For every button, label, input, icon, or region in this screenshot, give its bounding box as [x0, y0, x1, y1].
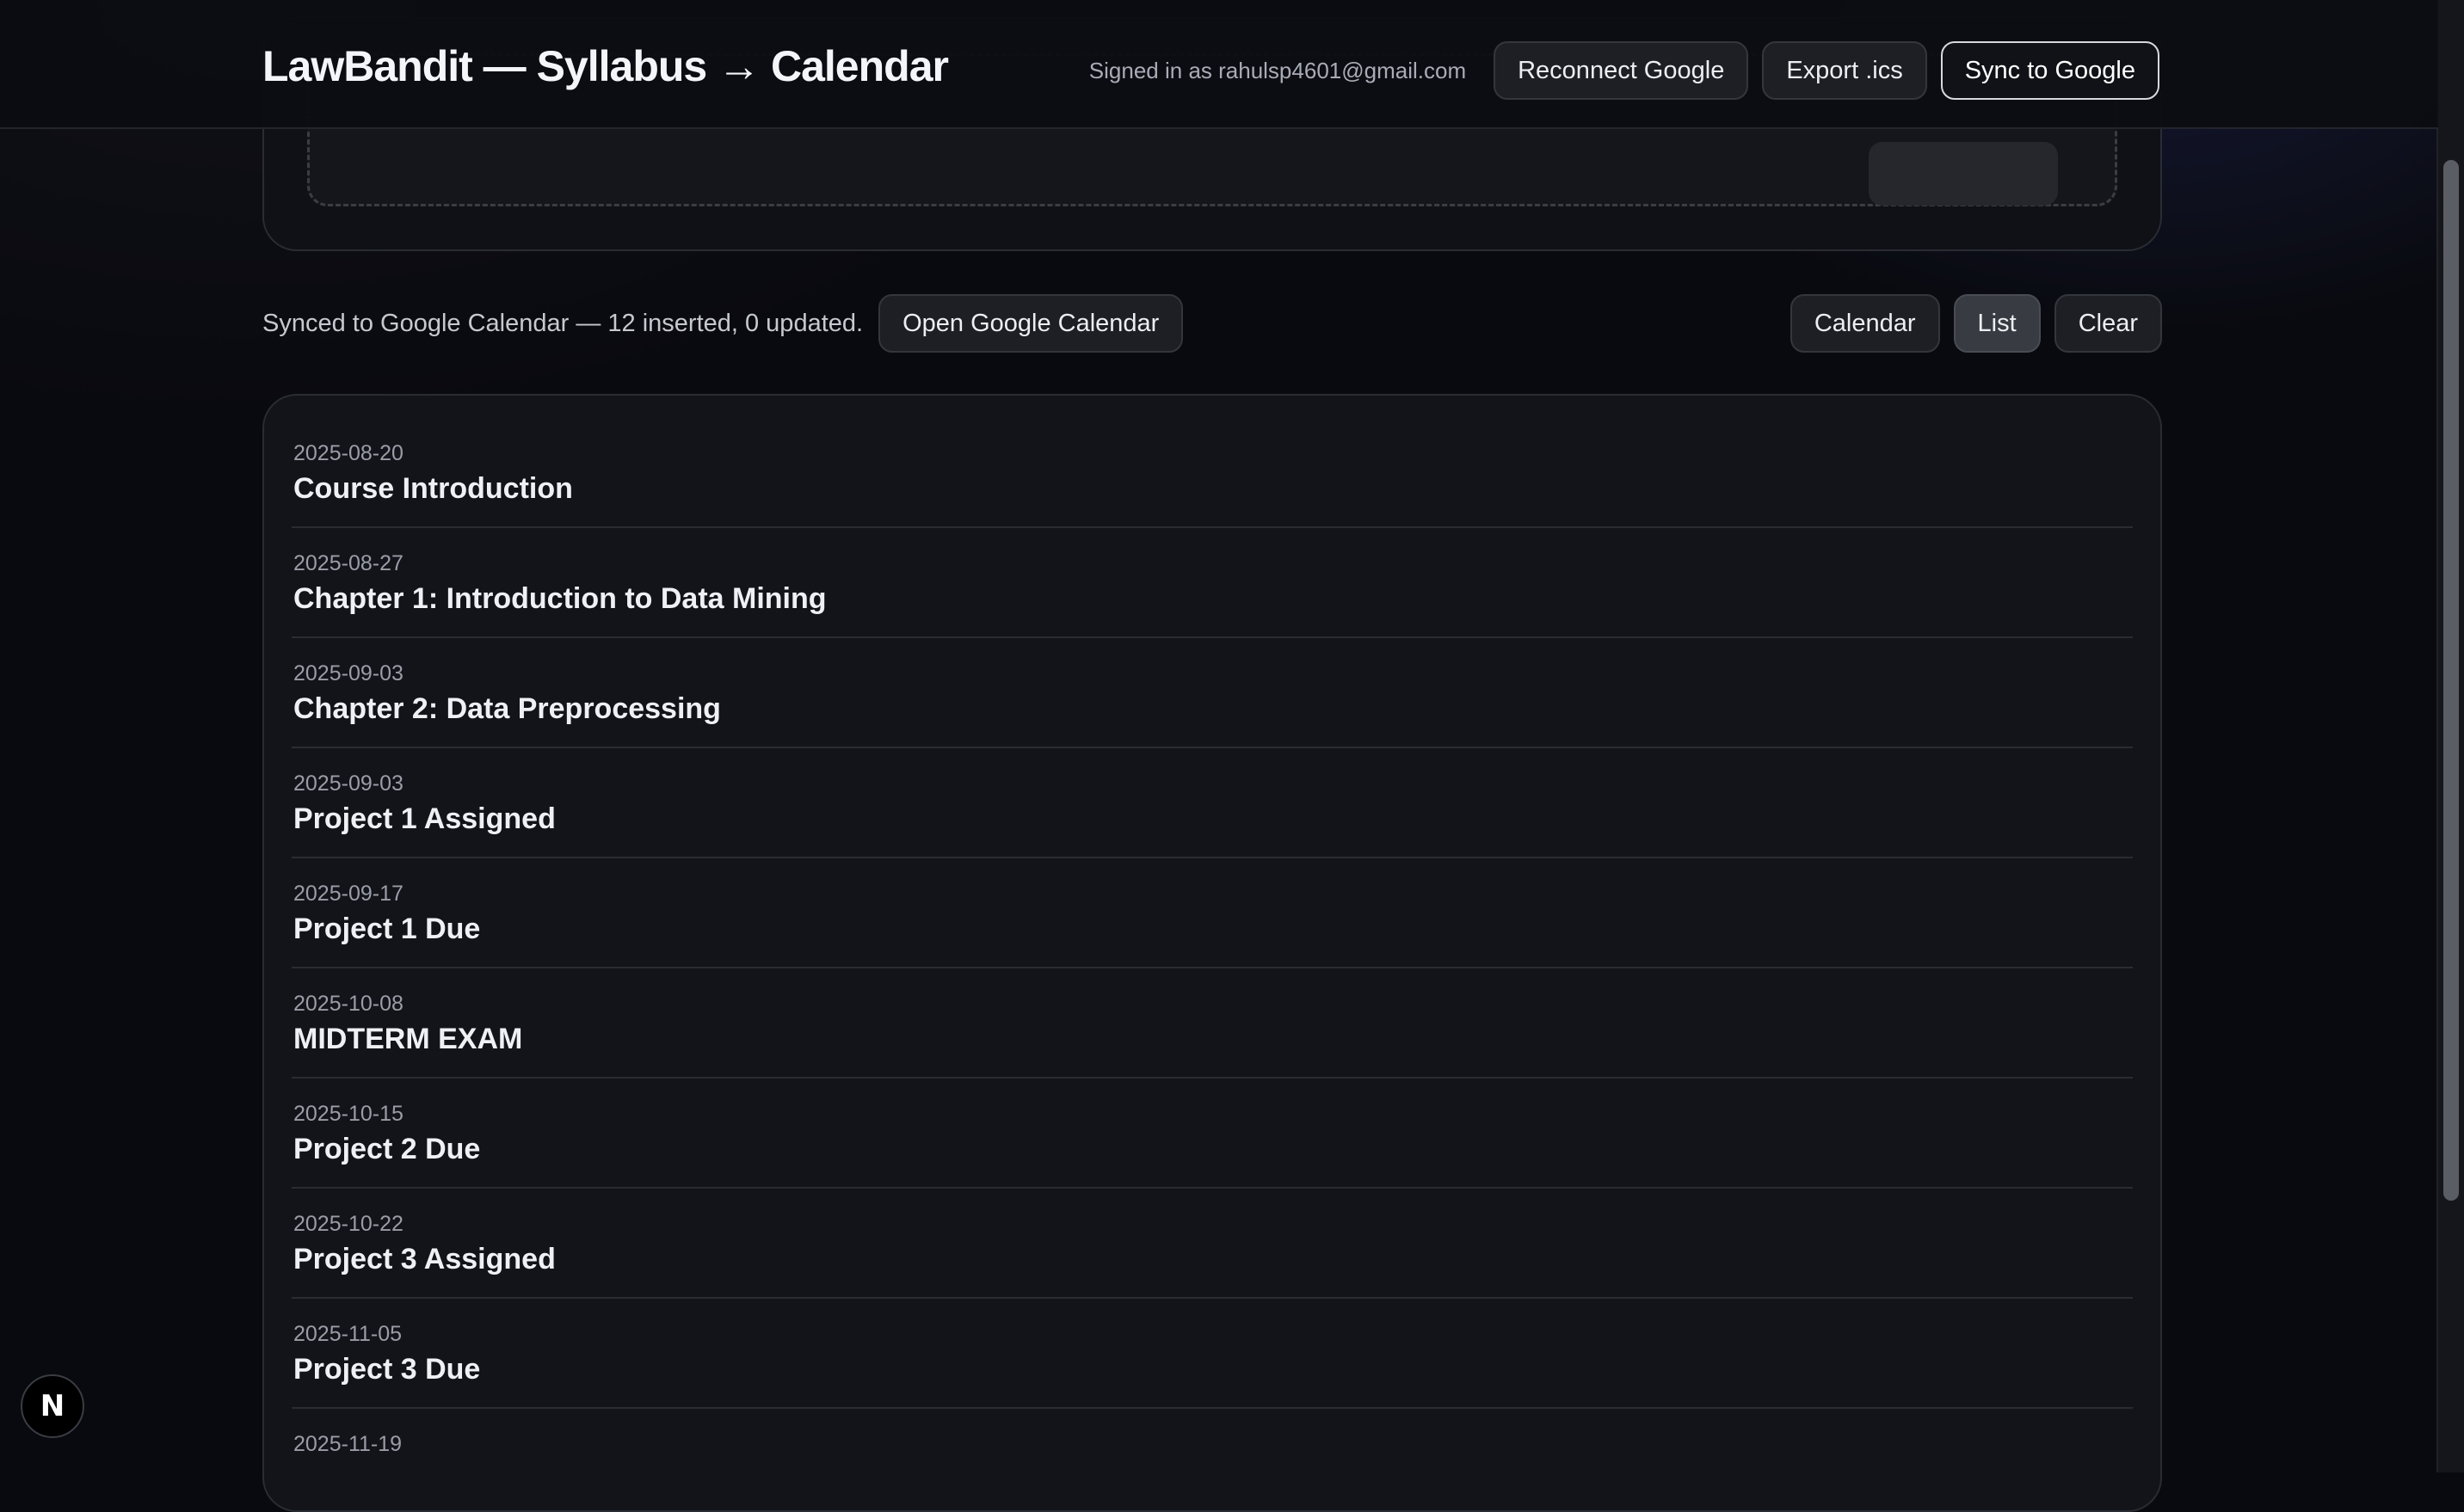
app-header: LawBandit — Syllabus → Calendar Signed i… [0, 0, 2438, 129]
event-title: Project 3 Assigned [293, 1243, 556, 1275]
event-date: 2025-08-20 [293, 441, 403, 465]
export-ics-button[interactable]: Export .ics [1762, 41, 1927, 100]
list-item[interactable]: 2025-09-03 Chapter 2: Data Preprocessing [292, 638, 2133, 748]
event-date: 2025-09-03 [293, 771, 403, 796]
event-date: 2025-08-27 [293, 551, 403, 575]
nextjs-icon[interactable]: N [21, 1374, 84, 1438]
event-date: 2025-10-22 [293, 1212, 403, 1236]
event-title: Project 2 Due [293, 1133, 481, 1165]
event-title: Chapter 1: Introduction to Data Mining [293, 582, 827, 615]
page-title: LawBandit — Syllabus → Calendar [262, 42, 949, 90]
badge-letter: N [40, 1389, 65, 1423]
signed-in-status: Signed in as rahulsp4601@gmail.com [1088, 57, 1467, 83]
sync-to-google-button[interactable]: Sync to Google [1940, 41, 2159, 100]
list-item[interactable]: 2025-09-17 Project 1 Due [292, 858, 2133, 968]
header-actions: Signed in as rahulsp4601@gmail.com Recon… [1089, 41, 2159, 100]
list-item[interactable]: 2025-09-03 Project 1 Assigned [292, 748, 2133, 858]
event-date: 2025-11-19 [293, 1432, 403, 1456]
clear-button[interactable]: Clear [2054, 294, 2162, 353]
event-date: 2025-11-05 [293, 1322, 403, 1346]
event-list: 2025-08-20 Course Introduction 2025-08-2… [262, 394, 2162, 1512]
list-item[interactable]: 2025-11-19 [292, 1409, 2133, 1510]
sync-status-row: Synced to Google Calendar — 12 inserted,… [262, 294, 2162, 353]
list-view-button[interactable]: List [1953, 294, 2041, 353]
calendar-view-button[interactable]: Calendar [1789, 294, 1940, 353]
list-item[interactable]: 2025-11-05 Project 3 Due [292, 1299, 2133, 1409]
page-scrollbar[interactable] [2436, 0, 2464, 1472]
list-item[interactable]: 2025-10-15 Project 2 Due [292, 1079, 2133, 1189]
scrollbar-thumb[interactable] [2443, 160, 2459, 1201]
view-toggle: Calendar List Clear [1789, 294, 2162, 353]
event-date: 2025-09-03 [293, 661, 403, 685]
reconnect-google-button[interactable]: Reconnect Google [1494, 41, 1749, 100]
list-item[interactable]: 2025-10-08 MIDTERM EXAM [292, 968, 2133, 1079]
event-title: Project 3 Due [293, 1353, 481, 1386]
event-title: Project 1 Assigned [293, 802, 556, 835]
event-title: Course Introduction [293, 472, 573, 505]
list-item[interactable]: 2025-08-20 Course Introduction [292, 418, 2133, 528]
event-date: 2025-10-08 [293, 992, 403, 1016]
upload-button[interactable] [1869, 142, 2058, 206]
event-title: Project 1 Due [293, 913, 481, 945]
event-title: Chapter 2: Data Preprocessing [293, 692, 721, 725]
sync-status-message: Synced to Google Calendar — 12 inserted,… [262, 309, 864, 337]
event-title: MIDTERM EXAM [293, 1023, 523, 1055]
list-item[interactable]: 2025-08-27 Chapter 1: Introduction to Da… [292, 528, 2133, 638]
event-date: 2025-10-15 [293, 1102, 403, 1126]
open-google-calendar-button[interactable]: Open Google Calendar [878, 294, 1184, 353]
list-item[interactable]: 2025-10-22 Project 3 Assigned [292, 1189, 2133, 1299]
event-date: 2025-09-17 [293, 882, 403, 906]
